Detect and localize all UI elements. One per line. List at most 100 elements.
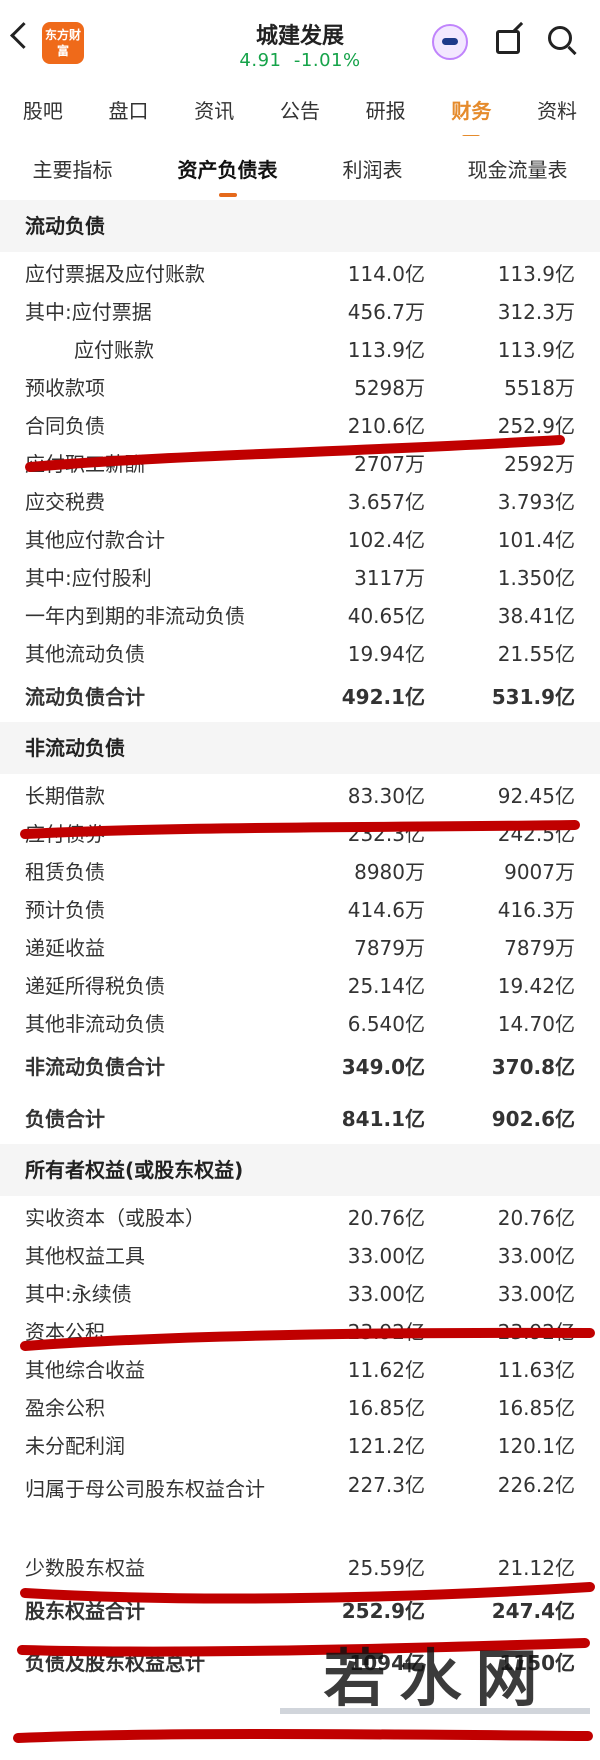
- subtab-cash-flow[interactable]: 现金流量表: [468, 154, 568, 183]
- row-label: 其他应付款合计: [25, 528, 165, 552]
- avatar-icon[interactable]: [432, 24, 468, 60]
- row-value-2: 9007万: [504, 860, 575, 884]
- row-label: 未分配利润: [25, 1434, 125, 1458]
- row-label: 长期借款: [25, 784, 105, 808]
- table-row: 其中:永续债 33.00亿 33.00亿: [0, 1272, 600, 1310]
- row-value-1: 456.7万: [347, 300, 425, 324]
- row-value-2: 370.8亿: [491, 1055, 575, 1079]
- table-row: 其他权益工具 33.00亿 33.00亿: [0, 1234, 600, 1272]
- row-label: 应付债券: [25, 822, 105, 846]
- subtab-balance-sheet[interactable]: 资产负债表: [178, 154, 278, 183]
- row-label: 盈余公积: [25, 1396, 105, 1420]
- table-row: 其他综合收益 11.62亿 11.63亿: [0, 1348, 600, 1386]
- row-value-1: 23.92亿: [347, 1320, 425, 1344]
- row-value-1: 414.6万: [347, 898, 425, 922]
- row-label: 应交税费: [25, 490, 105, 514]
- table-row: 应付账款 113.9亿 113.9亿: [0, 328, 600, 366]
- table-row: 长期借款 83.30亿 92.45亿: [0, 774, 600, 812]
- row-value-1: 40.65亿: [347, 604, 425, 628]
- tab-guba[interactable]: 股吧: [23, 95, 63, 124]
- table-row: 应付职工薪酬 2707万 2592万: [0, 442, 600, 480]
- row-value-2: 2592万: [504, 452, 575, 476]
- row-value-2: 16.85亿: [497, 1396, 575, 1420]
- row-label: 应付职工薪酬: [25, 452, 145, 476]
- table-row: 应交税费 3.657亿 3.793亿: [0, 480, 600, 518]
- row-label: 资本公积: [25, 1320, 105, 1344]
- back-arrow-icon[interactable]: [10, 22, 37, 49]
- row-value-1: 232.3亿: [347, 822, 425, 846]
- subtab-main-indicators[interactable]: 主要指标: [33, 154, 113, 183]
- row-value-2: 92.45亿: [497, 784, 575, 808]
- share-icon[interactable]: [496, 30, 520, 54]
- tab-pankou[interactable]: 盘口: [109, 95, 149, 124]
- row-label: 合同负债: [25, 414, 105, 438]
- row-value-1: 11.62亿: [347, 1358, 425, 1382]
- tab-announcements[interactable]: 公告: [280, 95, 320, 124]
- row-value-1: 25.14亿: [347, 974, 425, 998]
- table-row: 资本公积 23.92亿 23.92亿: [0, 1310, 600, 1348]
- row-value-1: 33.00亿: [347, 1244, 425, 1268]
- row-value-2: 1.350亿: [497, 566, 575, 590]
- table-row: 预收款项 5298万 5518万: [0, 366, 600, 404]
- row-value-1: 121.2亿: [347, 1434, 425, 1458]
- table-row: 实收资本（或股本） 20.76亿 20.76亿: [0, 1196, 600, 1234]
- row-value-2: 7879万: [504, 936, 575, 960]
- row-label: 其中:应付股利: [25, 566, 152, 590]
- row-value-1: 113.9亿: [347, 338, 425, 362]
- row-value-2: 20.76亿: [497, 1206, 575, 1230]
- subtab-income-statement[interactable]: 利润表: [343, 154, 403, 183]
- row-value-2: 416.3万: [497, 898, 575, 922]
- tab-profile[interactable]: 资料: [537, 95, 577, 124]
- row-label: 递延收益: [25, 936, 105, 960]
- table-row: 流动负债合计 492.1亿 531.9亿: [0, 670, 600, 722]
- table-row: 其中:应付票据 456.7万 312.3万: [0, 290, 600, 328]
- search-icon[interactable]: [548, 26, 572, 50]
- table-row: 递延所得税负债 25.14亿 19.42亿: [0, 964, 600, 1002]
- row-label: 应付票据及应付账款: [25, 262, 205, 286]
- row-value-2: 902.6亿: [491, 1107, 575, 1131]
- row-value-1: 6.540亿: [347, 1012, 425, 1036]
- table-row: 负债合计 841.1亿 902.6亿: [0, 1092, 600, 1144]
- row-value-1: 492.1亿: [341, 685, 425, 709]
- row-value-1: 5298万: [354, 376, 425, 400]
- table-row: 合同负债 210.6亿 252.9亿: [0, 404, 600, 442]
- row-value-2: 21.55亿: [497, 642, 575, 666]
- row-value-1: 7879万: [354, 936, 425, 960]
- row-label: 租赁负债: [25, 860, 105, 884]
- row-value-1: 2707万: [354, 452, 425, 476]
- row-value-2: 33.00亿: [497, 1244, 575, 1268]
- row-label: 负债合计: [25, 1107, 105, 1131]
- row-value-1: 102.4亿: [347, 528, 425, 552]
- row-value-2: 11.63亿: [497, 1358, 575, 1382]
- stock-price: 4.91: [239, 50, 282, 71]
- table-row: 租赁负债 8980万 9007万: [0, 850, 600, 888]
- row-value-2: 113.9亿: [497, 262, 575, 286]
- tab-finance[interactable]: 财务: [451, 95, 491, 124]
- table-row: 归属于母公司股东权益合计 227.3亿 226.2亿: [0, 1462, 600, 1546]
- row-value-2: 101.4亿: [497, 528, 575, 552]
- main-tabs: 股吧 盘口 资讯 公告 研报 财务 资料: [0, 82, 600, 137]
- row-value-2: 113.9亿: [497, 338, 575, 362]
- row-label: 其他非流动负债: [25, 1012, 165, 1036]
- row-value-2: 531.9亿: [491, 685, 575, 709]
- row-label: 一年内到期的非流动负债: [25, 604, 245, 628]
- row-value-2: 226.2亿: [497, 1473, 575, 1497]
- tab-research[interactable]: 研报: [366, 95, 406, 124]
- tab-news[interactable]: 资讯: [194, 95, 234, 124]
- row-label: 预计负债: [25, 898, 105, 922]
- balance-sheet-table: 流动负债 应付票据及应付账款 114.0亿 113.9亿 其中:应付票据 456.7万…: [0, 200, 600, 1688]
- app-header: 东方财富 城建发展 4.91 -1.01%: [0, 0, 600, 82]
- row-value-2: 33.00亿: [497, 1282, 575, 1306]
- table-row: 递延收益 7879万 7879万: [0, 926, 600, 964]
- table-row: 少数股东权益 25.59亿 21.12亿: [0, 1546, 600, 1584]
- watermark-underline: [280, 1708, 590, 1714]
- row-value-1: 20.76亿: [347, 1206, 425, 1230]
- table-row: 非流动负债合计 349.0亿 370.8亿: [0, 1040, 600, 1092]
- row-value-1: 349.0亿: [341, 1055, 425, 1079]
- row-value-2: 21.12亿: [497, 1556, 575, 1580]
- row-value-2: 120.1亿: [497, 1434, 575, 1458]
- table-row: 其中:应付股利 3117万 1.350亿: [0, 556, 600, 594]
- row-label: 股东权益合计: [25, 1599, 145, 1623]
- table-row: 应付票据及应付账款 114.0亿 113.9亿: [0, 252, 600, 290]
- row-value-1: 16.85亿: [347, 1396, 425, 1420]
